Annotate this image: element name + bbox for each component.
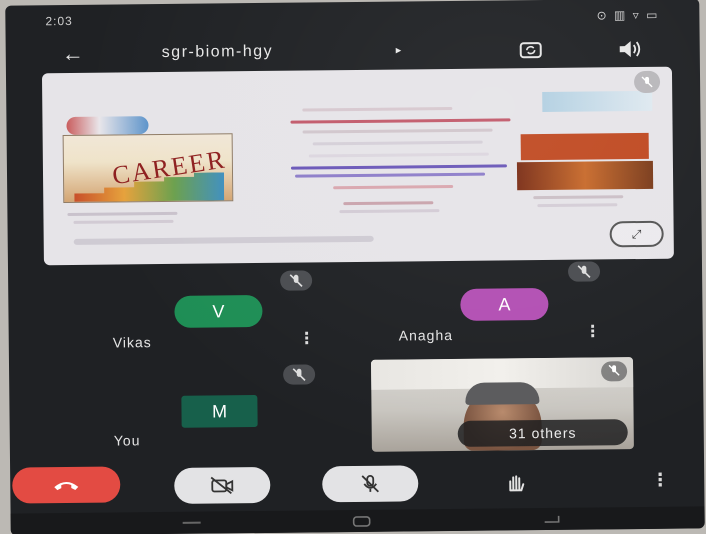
career-image: CAREER: [62, 133, 234, 204]
recents-icon: [182, 521, 201, 524]
vikas-mic-off-badge: [280, 270, 313, 291]
mic-off-icon: [641, 76, 653, 88]
switch-camera-icon: [519, 42, 542, 59]
phone-screen: 2:03 ⊙ ▥ ▿ ▭ ← sgr-biom-hgy ▸ CAREER ⤢ V…: [5, 0, 705, 534]
mic-off-icon: [608, 364, 620, 376]
meeting-info-caret-icon[interactable]: ▸: [396, 44, 402, 57]
participant-avatar: A: [460, 287, 549, 321]
end-call-button[interactable]: [12, 466, 121, 504]
participant-name: Anagha: [398, 326, 454, 344]
mic-off-icon: [289, 274, 303, 287]
more-options-button[interactable]: ⋮: [650, 465, 670, 501]
participant-options-button[interactable]: ⋮: [585, 323, 601, 341]
system-nav-bar: [10, 506, 705, 534]
you-mic-off-badge: [283, 364, 316, 385]
speaker-button[interactable]: [614, 35, 644, 63]
book-cover-image: [516, 160, 654, 191]
mic-off-icon: [292, 368, 306, 381]
presenter-mic-off-badge: [633, 70, 661, 94]
switch-camera-button[interactable]: [516, 36, 546, 64]
presentation-logo-right: [542, 90, 653, 113]
camera-off-icon: [210, 476, 234, 495]
speaker-icon: [619, 41, 641, 58]
status-time: 2:03: [45, 13, 73, 29]
others-count-chip[interactable]: 31 others: [457, 419, 628, 447]
home-icon: [352, 516, 371, 527]
video-mic-off-badge: [601, 361, 628, 382]
camera-toggle-button[interactable]: [174, 466, 271, 504]
mic-toggle-button[interactable]: [322, 465, 419, 503]
back-nav-icon: [544, 515, 560, 523]
participant-avatar: M: [181, 395, 258, 428]
participant-options-button[interactable]: ⋮: [299, 330, 315, 348]
mic-off-icon: [577, 265, 591, 278]
home-nav-button[interactable]: [347, 514, 377, 528]
anagha-mic-off-badge: [567, 261, 601, 282]
presentation-logo: [66, 116, 149, 136]
mic-off-icon: [361, 474, 379, 493]
raise-hand-icon: [509, 475, 525, 492]
book-cover-image: [520, 132, 649, 161]
status-icons: ⊙ ▥ ▿ ▭: [596, 7, 660, 23]
recents-nav-button[interactable]: [177, 516, 207, 530]
back-button[interactable]: ←: [58, 41, 88, 69]
back-nav-button[interactable]: [537, 512, 567, 526]
raise-hand-button[interactable]: [490, 464, 540, 501]
end-call-icon: [54, 482, 79, 491]
meeting-code[interactable]: sgr-biom-hgy: [162, 43, 274, 62]
fullscreen-button[interactable]: ⤢: [609, 220, 664, 248]
participant-name: You: [113, 432, 141, 449]
participant-name: Vikas: [112, 334, 152, 351]
presentation-tile[interactable]: CAREER ⤢: [41, 66, 674, 266]
fullscreen-icon: ⤢: [631, 226, 642, 242]
participant-video-tile[interactable]: 31 others: [370, 357, 634, 452]
participant-avatar: V: [174, 294, 263, 328]
presentation-caption: [73, 235, 374, 245]
